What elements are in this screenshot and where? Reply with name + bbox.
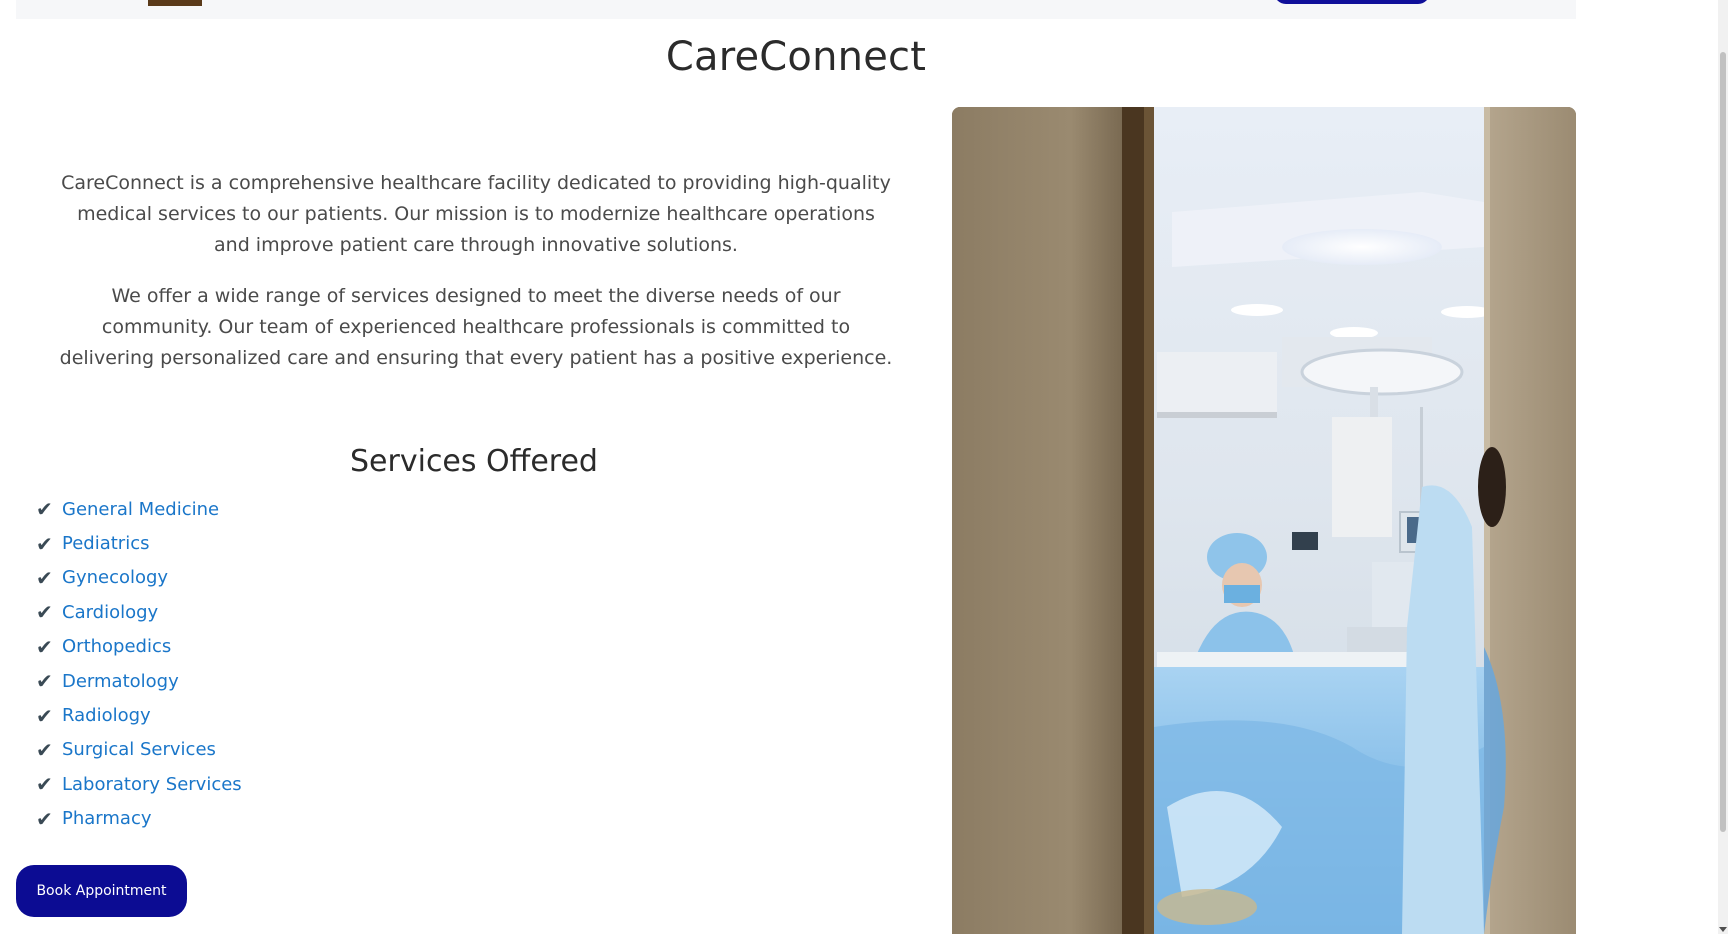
service-item: ✔ Orthopedics [36, 630, 242, 664]
nav-button[interactable] [1274, 0, 1430, 4]
service-item: ✔ Dermatology [36, 664, 242, 698]
hospital-operating-room-image [952, 107, 1576, 934]
check-icon: ✔ [36, 669, 53, 694]
service-link-radiology[interactable]: Radiology [62, 705, 151, 726]
service-item: ✔ Gynecology [36, 561, 242, 595]
service-item: ✔ Surgical Services [36, 733, 242, 767]
check-icon: ✔ [36, 806, 53, 831]
service-link-cardiology[interactable]: Cardiology [62, 602, 158, 623]
services-list: ✔ General Medicine ✔ Pediatrics ✔ Gynecolog… [36, 492, 242, 836]
vertical-scrollbar[interactable] [1718, 0, 1728, 934]
check-icon: ✔ [36, 772, 53, 797]
page: CareConnect CareConnect is a comprehensi… [0, 0, 1728, 934]
service-link-orthopedics[interactable]: Orthopedics [62, 636, 171, 657]
about-section: CareConnect is a comprehensive healthcar… [58, 168, 894, 394]
check-icon: ✔ [36, 600, 53, 625]
service-link-pharmacy[interactable]: Pharmacy [62, 808, 152, 829]
about-paragraph-2: We offer a wide range of services design… [59, 285, 893, 369]
check-icon: ✔ [36, 737, 53, 762]
service-item: ✔ General Medicine [36, 492, 242, 526]
check-icon: ✔ [36, 703, 53, 728]
service-link-general-medicine[interactable]: General Medicine [62, 499, 219, 520]
service-item: ✔ Radiology [36, 698, 242, 732]
services-heading: Services Offered [350, 444, 598, 479]
service-item: ✔ Pediatrics [36, 526, 242, 560]
page-title: CareConnect [665, 34, 927, 80]
check-icon: ✔ [36, 634, 53, 659]
check-icon: ✔ [36, 531, 53, 556]
site-logo[interactable] [148, 0, 202, 6]
check-icon: ✔ [36, 497, 53, 522]
service-link-gynecology[interactable]: Gynecology [62, 567, 168, 588]
top-navbar [16, 0, 1576, 19]
service-item: ✔ Laboratory Services [36, 767, 242, 801]
service-link-surgical-services[interactable]: Surgical Services [62, 739, 216, 760]
hero-illustration [952, 107, 1576, 934]
service-item: ✔ Pharmacy [36, 802, 242, 836]
service-link-pediatrics[interactable]: Pediatrics [62, 533, 149, 554]
service-item: ✔ Cardiology [36, 595, 242, 629]
about-paragraph-1: CareConnect is a comprehensive healthcar… [61, 172, 891, 256]
scrollbar-thumb[interactable] [1720, 52, 1726, 832]
book-appointment-button[interactable]: Book Appointment [16, 865, 187, 917]
scroll-down-arrow-icon[interactable] [1719, 927, 1727, 932]
service-link-dermatology[interactable]: Dermatology [62, 671, 179, 692]
service-link-laboratory-services[interactable]: Laboratory Services [62, 774, 242, 795]
check-icon: ✔ [36, 565, 53, 590]
